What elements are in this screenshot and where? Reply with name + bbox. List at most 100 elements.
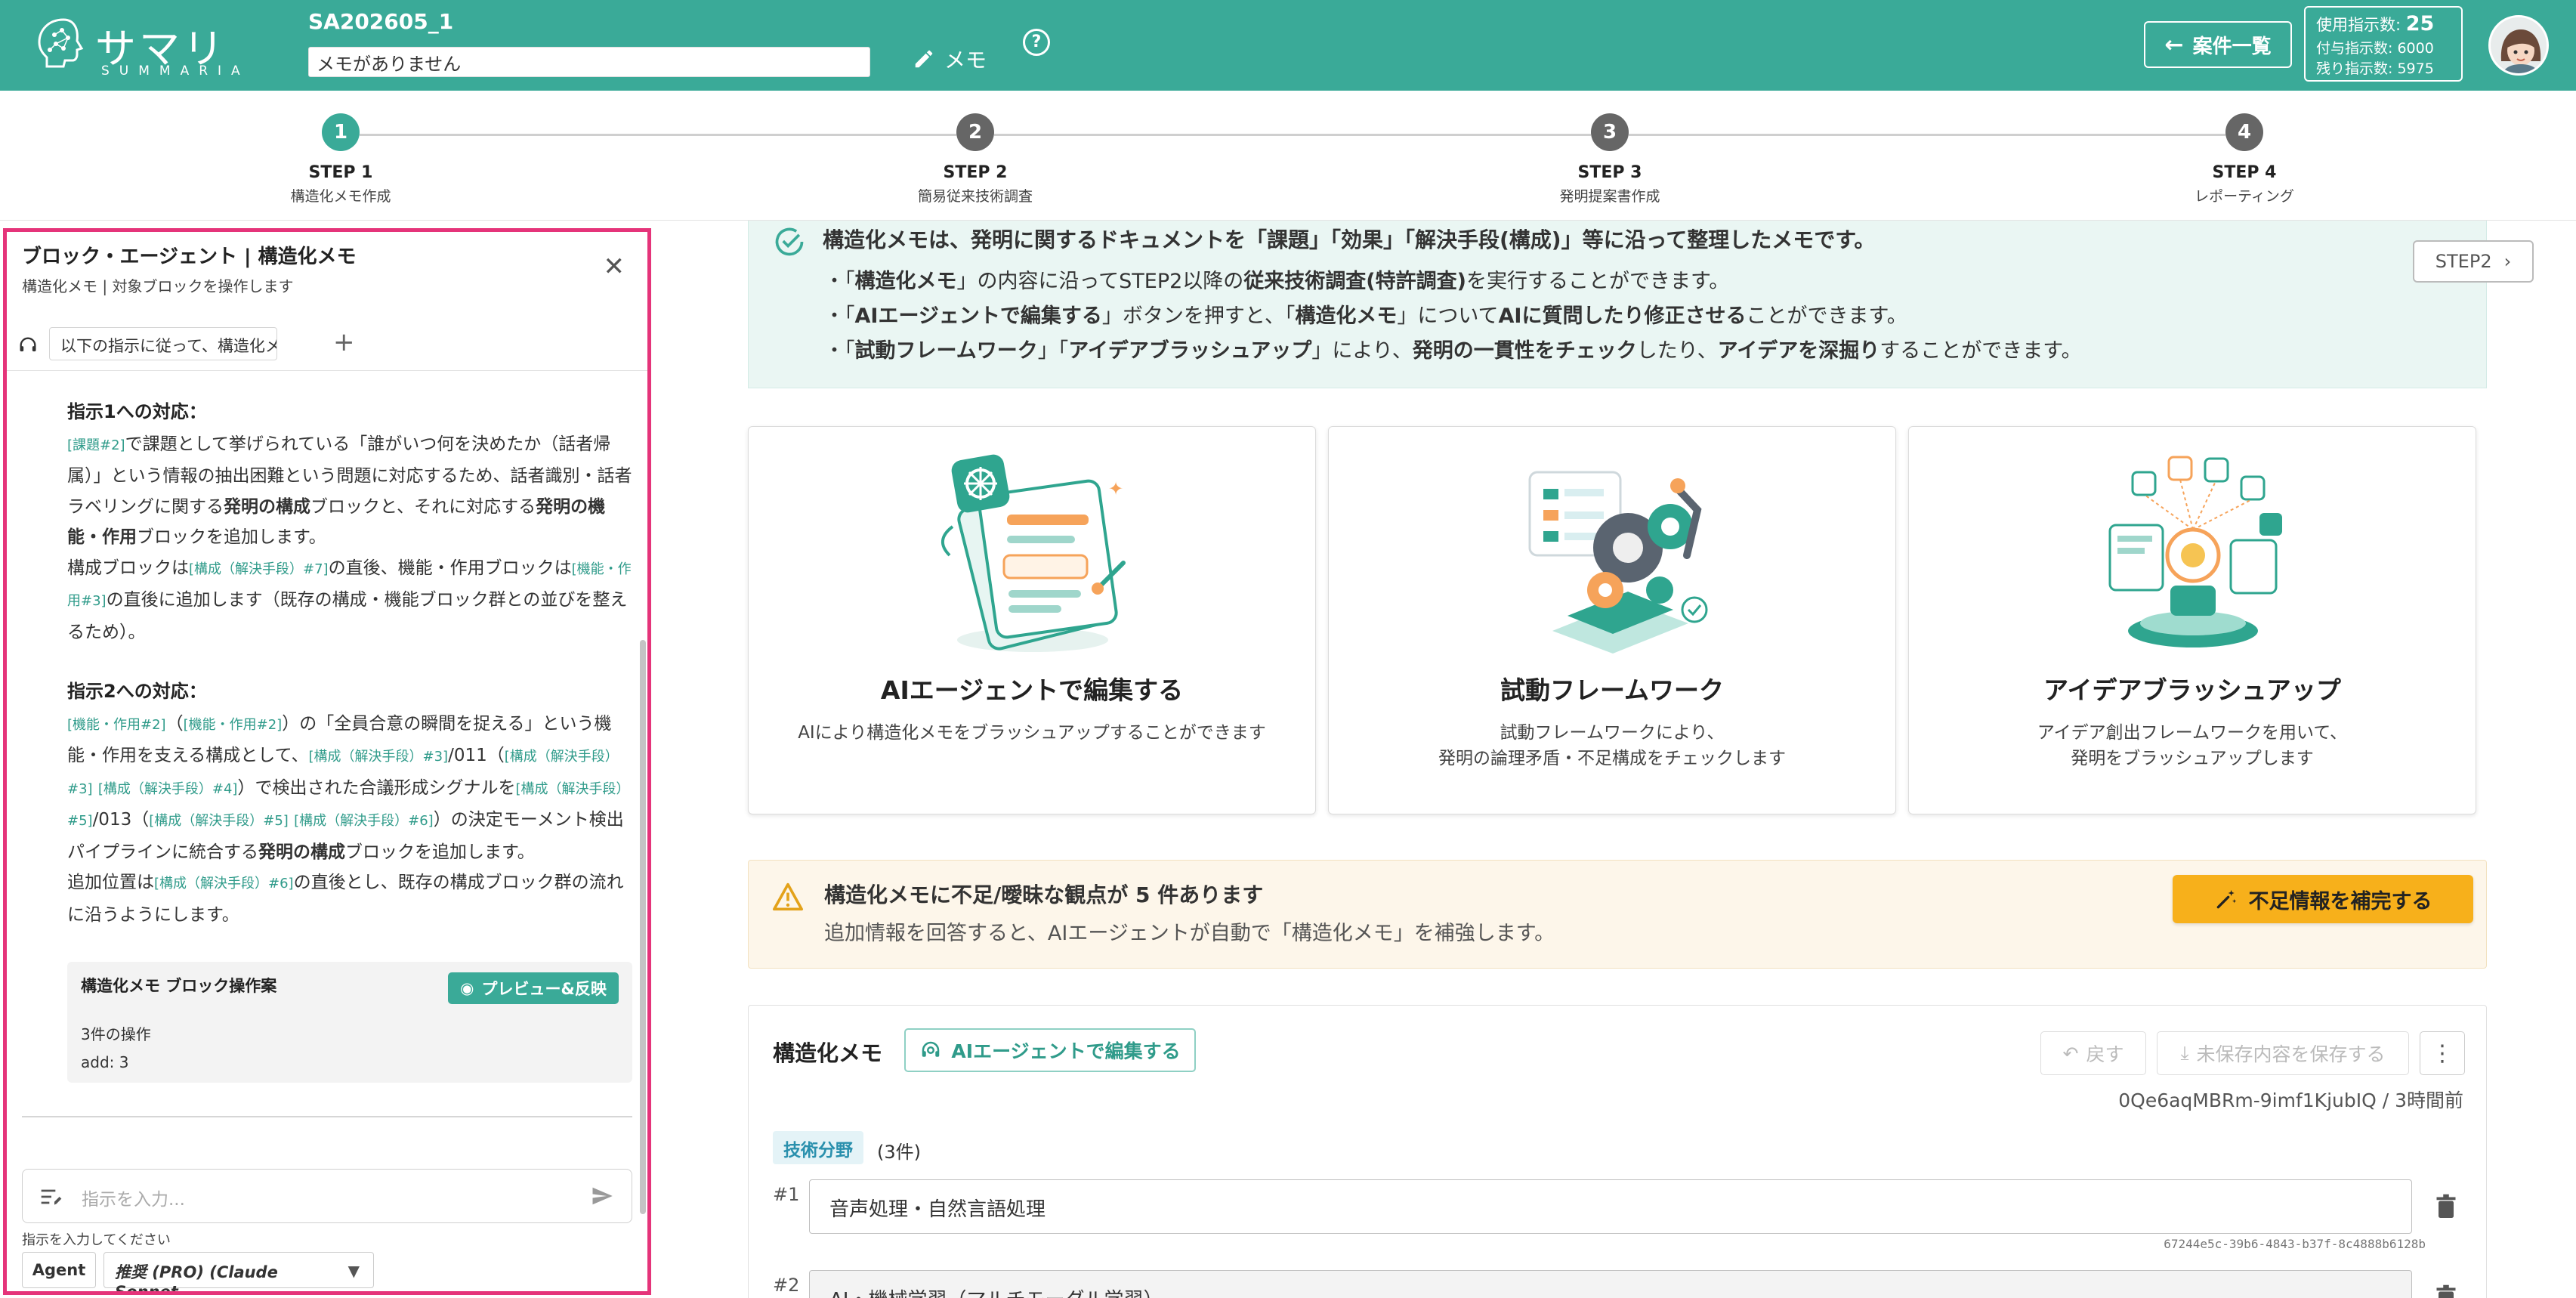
logo-head-icon [38, 18, 84, 68]
model-value: 推奨 (PRO) (Claude Sonnet... [115, 1263, 278, 1295]
conversation-tab[interactable]: 以下の指示に従って、構造化メモ ... [49, 327, 277, 360]
magic-wand-icon [2216, 890, 2236, 909]
idea-brushup-card[interactable]: アイデアブラッシュアップ アイデア創出フレームワークを用いて、 発明をブラッシュア… [1908, 426, 2476, 814]
block-reference-link[interactable]: [機能・作用#2] [67, 717, 166, 733]
usage-counter: 使用指示数: 25 付与指示数: 6000 残り指示数: 5975 [2304, 6, 2463, 82]
step-number: 1 [322, 113, 360, 151]
headset-icon [922, 1041, 940, 1057]
block-operation-proposal: 構造化メモ ブロック操作案 ◉ プレビュー&反映 3件の操作 add: 3 [67, 962, 632, 1083]
user-face-icon [2491, 17, 2547, 73]
block-reference-link[interactable]: [機能・作用#2] [184, 717, 283, 733]
step-4[interactable]: 4 STEP 4 レポーティング [2131, 113, 2358, 206]
card-title: アイデアブラッシュアップ [2043, 675, 2341, 705]
add-tab-icon[interactable]: + [333, 327, 355, 357]
card-title: 試動フレームワーク [1500, 675, 1724, 705]
operation-detail: add: 3 [81, 1053, 129, 1071]
operation-count: 3件の操作 [81, 1025, 151, 1043]
check-circle-icon [775, 227, 804, 256]
block-reference-link[interactable]: [構成（解決手段）#4] [98, 781, 238, 797]
step-3[interactable]: 3 STEP 3 発明提案書作成 [1496, 113, 1723, 206]
case-id: SA202605_1 [308, 9, 454, 34]
block-reference-link[interactable]: [構成（解決手段）#3] [308, 749, 448, 765]
summaria-logo[interactable]: サマリア SUMMARIA [35, 15, 254, 132]
progress-stepper: 1 STEP 1 構造化メモ作成 2 STEP 2 簡易従来技術調査 3 STE… [0, 91, 2576, 221]
undo-button[interactable]: ↶ 戻す [2040, 1031, 2146, 1075]
block-reference-link[interactable]: [構成（解決手段）#5] [149, 813, 289, 829]
close-icon[interactable]: ✕ [604, 252, 625, 282]
card-description: 試動フレームワークにより、 発明の論理矛盾・不足構成をチェックします [1438, 723, 1786, 768]
save-unsaved-button[interactable]: ⤓ 未保存内容を保存する [2157, 1031, 2409, 1075]
block-reference-link[interactable]: [構成（解決手段）#6] [154, 876, 294, 892]
memo-button[interactable]: メモ [913, 44, 987, 74]
row-id: 67244e5c-39b6-4843-b37f-8c4888b6128b [2164, 1237, 2426, 1251]
memo-item-field[interactable]: 音声処理・自然言語処理 [809, 1179, 2412, 1234]
preview-apply-button[interactable]: ◉ プレビュー&反映 [448, 972, 619, 1004]
headset-icon [20, 337, 36, 352]
complete-missing-info-button[interactable]: 不足情報を補完する [2173, 875, 2473, 923]
block-reference-link[interactable]: [課題#2] [67, 437, 125, 453]
info-line-1: ・「構造化メモ」の内容に沿ってSTEP2以降の従来技術調査(特許調査)を実行する… [824, 270, 1730, 293]
memo-item-field[interactable]: AI・機械学習（マルチモーダル学習） [809, 1270, 2412, 1298]
step-subtitle: 構造化メモ作成 [290, 188, 391, 205]
response-paragraph: 追加位置は[構成（解決手段）#6]の直後とし、既存の構成ブロック群の流れに沿うよ… [67, 873, 624, 925]
usage-remaining: 残り指示数: 5975 [2316, 60, 2434, 77]
divider [22, 1116, 632, 1117]
ai-agent-edit-label: AIエージェントで編集する [951, 1040, 1181, 1062]
conversation-tabs: 以下の指示に従って、構造化メモ ... + [7, 320, 647, 371]
instruction-input[interactable]: 指示を入力... [22, 1169, 632, 1223]
svg-text:✦: ✦ [1108, 478, 1123, 499]
user-avatar[interactable] [2488, 15, 2549, 76]
info-title: 構造化メモは、発明に関するドキュメントを「課題」「効果」「解決手段(構成)」等に… [823, 227, 1876, 252]
card-description: AIにより構造化メモをブラッシュアップすることができます [798, 723, 1266, 743]
memo-heading: 構造化メモ [773, 1040, 883, 1066]
ai-document-illustration: ✦ [941, 454, 1126, 652]
case-memo-field[interactable] [308, 47, 870, 77]
case-list-button[interactable]: ← 案件一覧 [2144, 21, 2292, 68]
agent-mode-button[interactable]: Agent [22, 1252, 96, 1288]
usage-granted: 付与指示数: 6000 [2316, 40, 2434, 57]
item-count: (3件) [877, 1142, 921, 1163]
step-2[interactable]: 2 STEP 2 簡易従来技術調査 [862, 113, 1089, 206]
response-heading: 指示2への対応： [67, 681, 207, 702]
trial-framework-card[interactable]: 試動フレームワーク 試動フレームワークにより、 発明の論理矛盾・不足構成をチェック… [1328, 426, 1896, 814]
trash-icon[interactable] [2435, 1284, 2457, 1298]
trash-icon[interactable] [2435, 1193, 2457, 1220]
block-reference-link[interactable]: [構成（解決手段）#7] [189, 561, 329, 577]
ai-agent-edit-button[interactable]: AIエージェントで編集する [904, 1028, 1196, 1072]
info-line-2: ・「AIエージェントで編集する」ボタンを押すと、「構造化メモ」についてAIに質問… [824, 304, 1907, 328]
save-unsaved-label: 未保存内容を保存する [2196, 1043, 2386, 1065]
ai-agent-edit-card[interactable]: ✦ AIエージェントで編集する AIにより構造化メモをブラッシュアップすることが… [748, 426, 1316, 814]
step-subtitle: レポーティング [2195, 188, 2294, 205]
step-1[interactable]: 1 STEP 1 構造化メモ作成 [227, 113, 454, 206]
gears-machine-illustration [1528, 471, 1708, 654]
step-number: 3 [1591, 113, 1629, 151]
undo-label: 戻す [2086, 1043, 2124, 1065]
instruction-hint: 指示を入力してください [22, 1232, 171, 1248]
undo-icon: ↶ [2062, 1042, 2079, 1065]
response-heading: 指示1への対応： [67, 401, 207, 422]
chevron-right-icon: › [2503, 251, 2512, 272]
send-icon[interactable] [591, 1185, 613, 1207]
case-list-label: 案件一覧 [2192, 35, 2272, 58]
warning-title: 構造化メモに不足/曖昧な観点が 5 件あります [824, 882, 1264, 907]
eye-icon: ◉ [460, 979, 474, 997]
prompt-list-icon [41, 1189, 62, 1205]
block-reference-link[interactable]: [構成（解決手段）#6] [294, 813, 434, 829]
help-icon[interactable]: ? [1023, 29, 1050, 56]
step-title: STEP 1 [308, 163, 373, 182]
model-select[interactable]: 推奨 (PRO) (Claude Sonnet... ▼ [103, 1252, 374, 1291]
warning-icon [772, 882, 803, 911]
panel-scrollbar[interactable] [640, 640, 646, 1214]
usage-used: 使用指示数: 25 [2316, 12, 2435, 36]
panel-subtitle: 構造化メモ | 対象ブロックを操作します [22, 277, 294, 295]
more-options-icon[interactable]: ⋮ [2420, 1031, 2465, 1075]
step-number: 2 [956, 113, 994, 151]
card-description: アイデア創出フレームワークを用いて、 発明をブラッシュアップします [2037, 723, 2348, 768]
step-subtitle: 簡易従来技術調査 [917, 188, 1033, 205]
step2-next-button[interactable]: STEP2 › [2413, 240, 2534, 283]
memo-version: 0Qe6aqMBRm-9imf1KjubIQ / 3時間前 [2118, 1089, 2463, 1111]
category-tag: 技術分野 [773, 1131, 863, 1164]
block-agent-panel: ブロック・エージェント | 構造化メモ 構造化メモ | 対象ブロックを操作します… [3, 228, 651, 1295]
row-number: #1 [773, 1184, 800, 1205]
info-line-3: ・「試動フレームワーク」「アイデアブラッシュアップ」により、発明の一貫性をチェッ… [824, 339, 2082, 363]
